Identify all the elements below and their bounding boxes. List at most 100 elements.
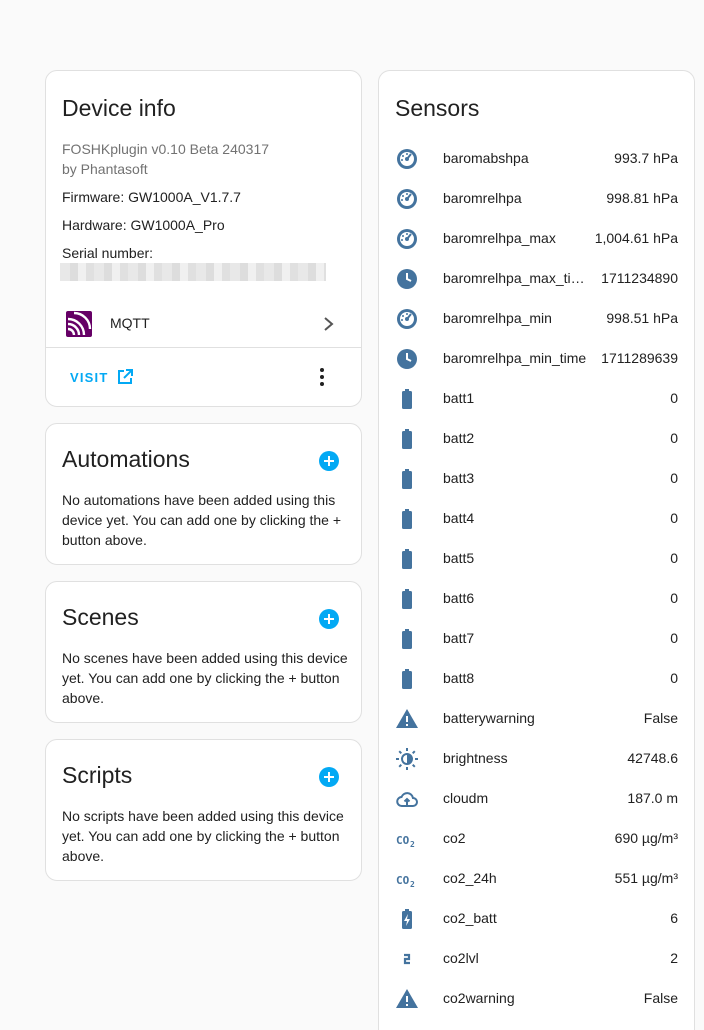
add-script-button[interactable] [318,766,340,788]
sensor-row[interactable]: baromabshpa 993.7 hPa [379,139,694,179]
mqtt-integration-link[interactable]: MQTT [46,303,361,347]
sensor-name: co2_batt [443,910,497,926]
svg-text:2: 2 [410,880,415,889]
sensor-name: baromrelhpa_max [443,230,556,246]
sensor-row[interactable]: batt1 0 [379,379,694,419]
sensor-name: brightness [443,750,508,766]
numeric-2-icon [395,947,419,971]
scripts-empty-text: No scripts have been added using this de… [62,808,344,864]
sensor-row[interactable]: batt6 0 [379,579,694,619]
mqtt-label: MQTT [110,315,150,331]
visit-label: VISIT [70,369,109,385]
sensor-name: baromrelhpa_max_ti… [443,270,585,286]
automations-title: Automations [62,446,190,472]
sensor-row[interactable]: brightness 42748.6 [379,739,694,779]
sensor-row[interactable]: co2warning False [379,979,694,1019]
svg-text:2: 2 [410,840,415,849]
sensor-name: co2 [443,830,466,846]
sensor-row[interactable]: co2_batt 6 [379,899,694,939]
sensor-row[interactable]: cloudm 187.0 m [379,779,694,819]
sensor-name: batt8 [443,670,475,686]
sensor-name: cloudm [443,790,489,806]
sensor-row[interactable]: co2lvl 2 [379,939,694,979]
sensor-row[interactable]: batt7 0 [379,619,694,659]
sensor-value: 6 [670,910,678,926]
plus-circle-icon [319,609,339,629]
sensor-name: baromrelhpa_min_time [443,350,587,366]
device-info-title: Device info [62,95,176,121]
scripts-title: Scripts [62,762,133,788]
alert-icon [395,987,419,1011]
scenes-title: Scenes [62,604,139,630]
sensor-row[interactable]: batt8 0 [379,659,694,699]
battery-icon [395,427,419,451]
plus-circle-icon [319,767,339,787]
device-manufacturer: by Phantasoft [62,161,148,177]
sensors-card: Sensors baromabshpa 993.7 hPa baromrelhpa 9… [378,70,695,1030]
sensor-name: batt2 [443,430,475,446]
sensor-value: 0 [670,390,678,406]
battery-icon [395,467,419,491]
sensor-value: 993.7 hPa [614,150,678,166]
serial-number-label: Serial number: [62,245,154,261]
sensor-name: co2warning [443,990,515,1006]
sensor-name: baromrelhpa [443,190,522,206]
sensor-name: batt7 [443,630,475,646]
sensor-row[interactable]: CO 2 co2 690 µg/m³ [379,819,694,859]
sensor-name: baromrelhpa_min [443,310,552,326]
scripts-card: Scripts No scripts have been added using… [45,739,362,881]
sensor-value: 0 [670,550,678,566]
sensor-value: 0 [670,470,678,486]
sensor-value: False [643,990,678,1006]
co2-icon: CO 2 [395,827,419,851]
sensor-name: batt4 [443,510,475,526]
firmware-version: Firmware: GW1000A_V1.7.7 [62,189,241,205]
sensor-name: baromabshpa [443,150,529,166]
sensor-row[interactable]: baromrelhpa 998.81 hPa [379,179,694,219]
sensor-row[interactable]: baromrelhpa_min 998.51 hPa [379,299,694,339]
scenes-card: Scenes No scenes have been added using t… [45,581,362,723]
sensor-value: 1711234890 [601,270,678,286]
sensor-row[interactable]: CO 2 co2_24h 551 µg/m³ [379,859,694,899]
sensor-value: 0 [670,630,678,646]
battery-icon [395,667,419,691]
sensor-row[interactable]: baromrelhpa_max_ti… 1711234890 [379,259,694,299]
battery-charging-icon [395,907,419,931]
add-scene-button[interactable] [318,608,340,630]
sensor-name: batt1 [443,390,475,406]
sensor-name: co2lvl [443,950,479,966]
add-automation-button[interactable] [318,450,340,472]
sensor-value: 0 [670,510,678,526]
scenes-empty-text: No scenes have been added using this dev… [62,650,348,706]
alert-icon [395,707,419,731]
plus-circle-icon [319,451,339,471]
automations-empty-text: No automations have been added using thi… [62,492,342,548]
sensor-name: batt3 [443,470,475,486]
battery-icon [395,587,419,611]
svg-text:CO: CO [396,834,410,847]
co2-icon: CO 2 [395,867,419,891]
more-options-icon[interactable] [310,365,334,389]
sensor-value: 42748.6 [627,750,678,766]
mqtt-logo-icon [66,311,92,337]
gauge-icon [395,227,419,251]
sensor-value: 551 µg/m³ [614,870,678,886]
sensor-row[interactable]: batt2 0 [379,419,694,459]
visit-button[interactable]: VISIT [62,363,141,391]
clock-icon [395,347,419,371]
battery-icon [395,387,419,411]
clock-icon [395,267,419,291]
sensor-row[interactable]: baromrelhpa_max 1,004.61 hPa [379,219,694,259]
sensor-row[interactable]: batt3 0 [379,459,694,499]
sensor-row[interactable]: batt5 0 [379,539,694,579]
gauge-icon [395,147,419,171]
sensor-value: 0 [670,670,678,686]
sensor-value: False [643,710,678,726]
sensor-row[interactable]: baromrelhpa_min_time 1711289639 [379,339,694,379]
sensor-value: 0 [670,590,678,606]
sensor-row[interactable]: batterywarning False [379,699,694,739]
open-in-new-icon [117,369,133,385]
automations-card: Automations No automations have been add… [45,423,362,565]
sensor-row[interactable]: batt4 0 [379,499,694,539]
device-info-card: Device info FOSHKplugin v0.10 Beta 24031… [45,70,362,407]
